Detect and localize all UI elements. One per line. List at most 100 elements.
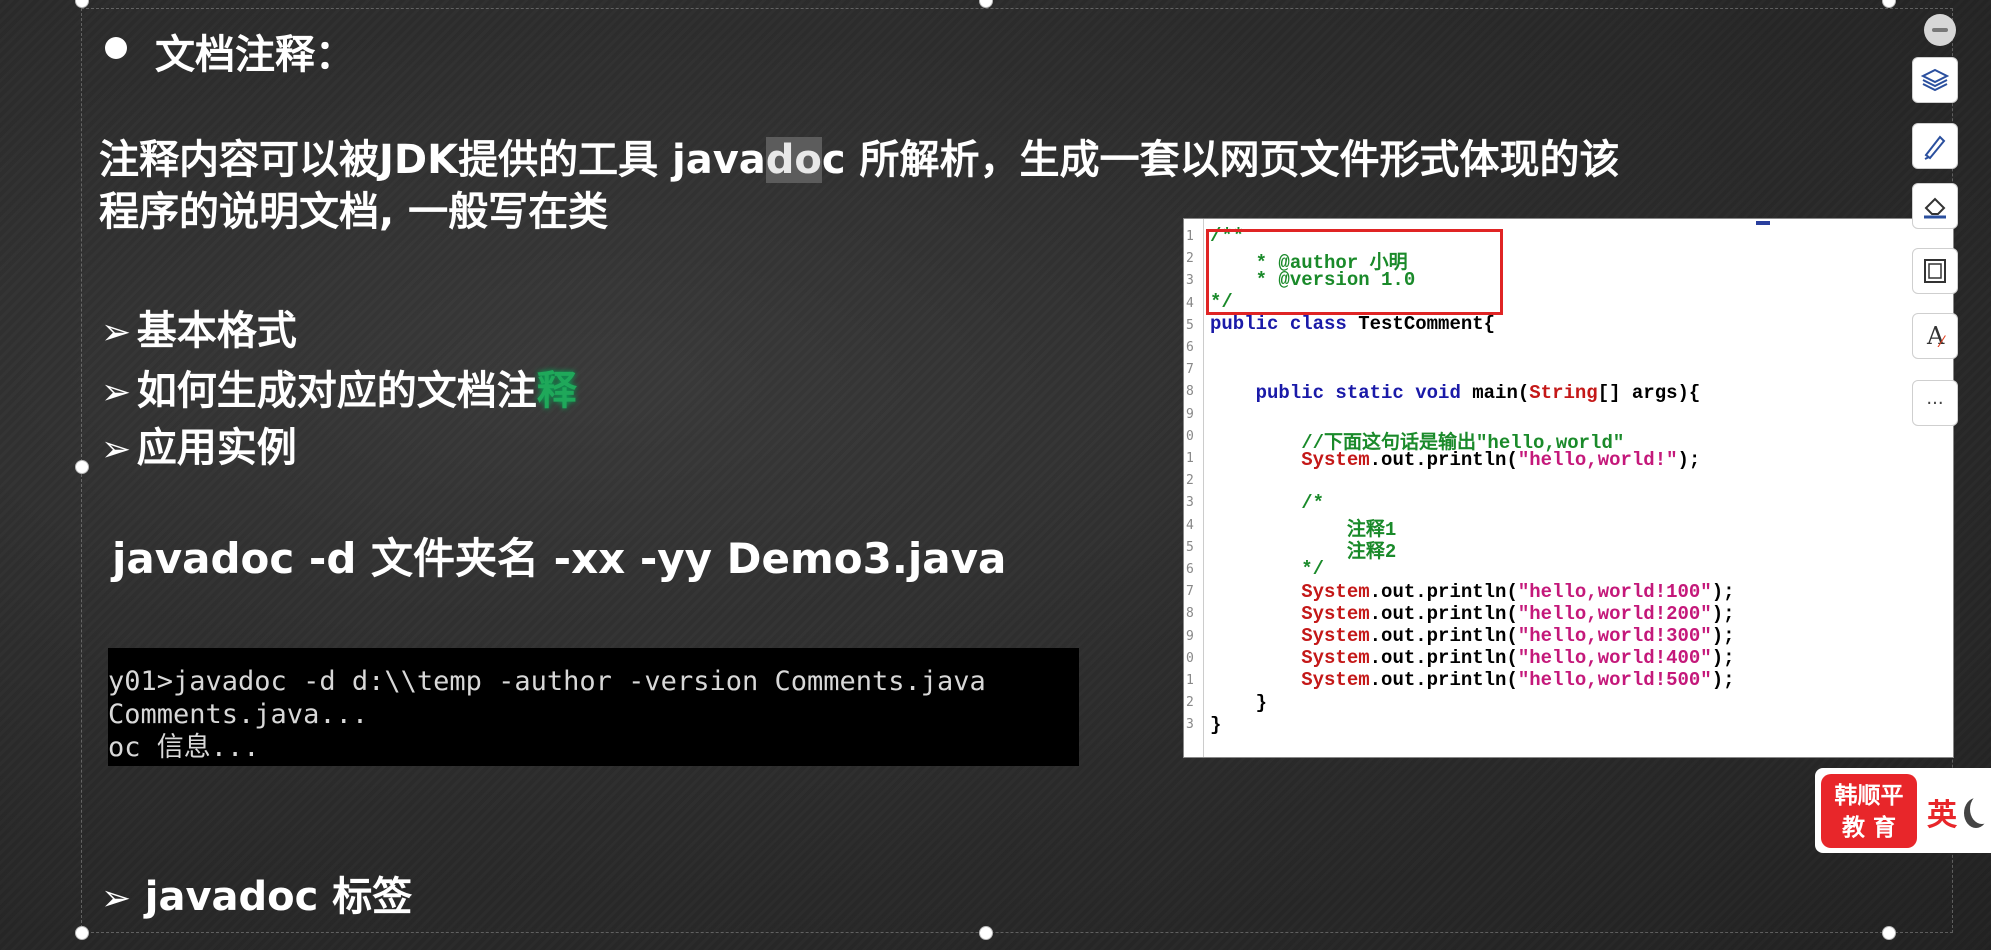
more-icon[interactable]: ··· bbox=[1912, 380, 1958, 426]
code-token: .out.println( bbox=[1369, 625, 1518, 647]
code-token: String bbox=[1529, 382, 1598, 404]
cursor-marker bbox=[1756, 221, 1770, 225]
text-selection-highlight: do bbox=[765, 137, 822, 183]
line-number: 1 bbox=[1186, 451, 1194, 466]
code-line: public class TestComment{ bbox=[1210, 313, 1495, 335]
code-token: .out.println( bbox=[1369, 669, 1518, 691]
code-line: System.out.println("hello,world!400"); bbox=[1210, 647, 1735, 669]
code-token: ); bbox=[1711, 603, 1735, 625]
terminal-line: y01>javadoc -d d:\\temp -author -version… bbox=[108, 666, 986, 697]
line-number: 8 bbox=[1186, 606, 1194, 622]
code-line: } bbox=[1210, 714, 1222, 736]
arrow-bullet-icon: ➢ bbox=[101, 429, 132, 470]
line-number: 4 bbox=[1186, 517, 1194, 533]
code-token: System bbox=[1210, 581, 1370, 603]
line-number: 2 bbox=[1186, 251, 1194, 267]
arrow-bullet-icon: ➢ bbox=[101, 372, 132, 413]
code-token: "hello,world!500" bbox=[1517, 669, 1712, 691]
eraser-icon[interactable] bbox=[1912, 183, 1958, 229]
line-number: 1 bbox=[1186, 229, 1194, 244]
line-number: 3 bbox=[1186, 717, 1194, 733]
code-token: "hello,world!" bbox=[1517, 449, 1678, 471]
bullet-dot bbox=[105, 37, 127, 59]
line-number: 8 bbox=[1186, 384, 1194, 400]
paragraph-text: 注释内容可以被JDK提供的工具 java bbox=[99, 137, 766, 183]
annotated-character: 释 bbox=[536, 368, 577, 414]
line-number: 4 bbox=[1186, 295, 1194, 311]
code-token: .out.println( bbox=[1369, 603, 1518, 625]
line-number: 3 bbox=[1186, 495, 1194, 511]
brand-logo: 韩顺平 教 育 bbox=[1821, 774, 1917, 848]
layers-icon[interactable] bbox=[1912, 57, 1958, 103]
code-token: "hello,world!100" bbox=[1517, 581, 1712, 603]
line-number: 0 bbox=[1186, 428, 1194, 444]
code-line: public static void main(String[] args){ bbox=[1210, 382, 1701, 404]
code-token: [] args){ bbox=[1597, 382, 1701, 404]
brand-badge: 韩顺平 教 育 英 bbox=[1815, 768, 1991, 853]
terminal-line: oc 信息... bbox=[108, 732, 260, 763]
code-token: TestComment{ bbox=[1346, 313, 1496, 335]
minus-icon[interactable] bbox=[1924, 14, 1956, 46]
paragraph-line-1: 注释内容可以被JDK提供的工具 javadoc 所解析，生成一套以网页文件形式体… bbox=[99, 134, 1620, 186]
list-item-label: 如何生成对应的文档注 bbox=[136, 368, 537, 414]
list-item-label: javadoc 标签 bbox=[144, 874, 413, 920]
code-line: System.out.println("hello,world!100"); bbox=[1210, 581, 1734, 603]
code-token: main( bbox=[1460, 382, 1530, 404]
resize-handle[interactable] bbox=[75, 926, 89, 940]
line-number: 2 bbox=[1186, 695, 1194, 711]
line-number: 0 bbox=[1186, 650, 1194, 666]
line-number: 9 bbox=[1186, 628, 1194, 644]
pen-icon[interactable] bbox=[1912, 123, 1958, 169]
code-token: ); bbox=[1711, 625, 1735, 647]
list-item: ➢ 基本格式 bbox=[101, 298, 297, 356]
text-pen-icon[interactable]: A ⁄ bbox=[1912, 313, 1958, 359]
list-item: ➢ 如何生成对应的文档注释 bbox=[101, 358, 577, 416]
resize-handle[interactable] bbox=[1882, 926, 1896, 940]
code-token: ); bbox=[1711, 647, 1735, 669]
brand-side-text: 英 bbox=[1927, 798, 1957, 833]
line-number: 6 bbox=[1186, 562, 1194, 577]
code-token: System bbox=[1210, 647, 1370, 669]
paragraph-line-2: 程序的说明文档, 一般写在类 bbox=[99, 189, 609, 235]
code-token: .out.println( bbox=[1369, 647, 1518, 669]
more-label: ··· bbox=[1926, 392, 1944, 414]
code-line: System.out.println("hello,world!300"); bbox=[1210, 625, 1735, 647]
arrow-bullet-icon: ➢ bbox=[101, 312, 132, 353]
slide-heading: 文档注释： bbox=[155, 32, 355, 78]
line-number: 6 bbox=[1186, 340, 1194, 355]
terminal-output: y01>javadoc -d d:\\temp -author -version… bbox=[108, 648, 1079, 766]
code-token: "hello,world!200" bbox=[1517, 603, 1712, 625]
line-number: 7 bbox=[1186, 362, 1194, 378]
line-number: 1 bbox=[1186, 673, 1194, 688]
line-number: 9 bbox=[1186, 406, 1194, 422]
javadoc-command: javadoc -d 文件夹名 -xx -yy Demo3.java bbox=[112, 534, 1007, 583]
annotation-highlight-box bbox=[1206, 229, 1503, 315]
code-token: "hello,world!300" bbox=[1517, 625, 1712, 647]
terminal-line: Comments.java... bbox=[108, 699, 369, 730]
code-token: .out.println( bbox=[1369, 449, 1518, 471]
list-item: ➢ javadoc 标签 bbox=[101, 864, 412, 922]
frame-icon[interactable] bbox=[1912, 248, 1958, 294]
code-token: ); bbox=[1711, 669, 1735, 691]
moon-icon bbox=[1970, 794, 1991, 824]
code-token: "hello,world!400" bbox=[1517, 647, 1712, 669]
brand-line: 韩顺平 bbox=[1834, 783, 1904, 809]
arrow-bullet-icon: ➢ bbox=[101, 878, 132, 919]
paragraph-text: c 所解析，生成一套以网页文件形式体现的该 bbox=[821, 137, 1620, 183]
code-token: System bbox=[1210, 625, 1370, 647]
line-number: 2 bbox=[1186, 473, 1194, 489]
code-line: System.out.println("hello,world!500"); bbox=[1210, 669, 1735, 691]
list-item-label: 基本格式 bbox=[136, 308, 297, 354]
brand-line: 教 育 bbox=[1841, 815, 1896, 841]
list-item-label: 应用实例 bbox=[136, 425, 297, 471]
line-number: 7 bbox=[1186, 584, 1194, 600]
line-number: 5 bbox=[1186, 317, 1194, 333]
resize-handle[interactable] bbox=[75, 460, 89, 474]
code-line: System.out.println("hello,world!"); bbox=[1210, 449, 1700, 471]
resize-handle[interactable] bbox=[979, 926, 993, 940]
list-item: ➢ 应用实例 bbox=[101, 415, 297, 473]
code-line: System.out.println("hello,world!200"); bbox=[1210, 603, 1735, 625]
code-token: ); bbox=[1677, 449, 1701, 471]
code-token: System bbox=[1210, 603, 1370, 625]
annotation-toolbar: A ⁄ ··· bbox=[1906, 10, 1966, 450]
